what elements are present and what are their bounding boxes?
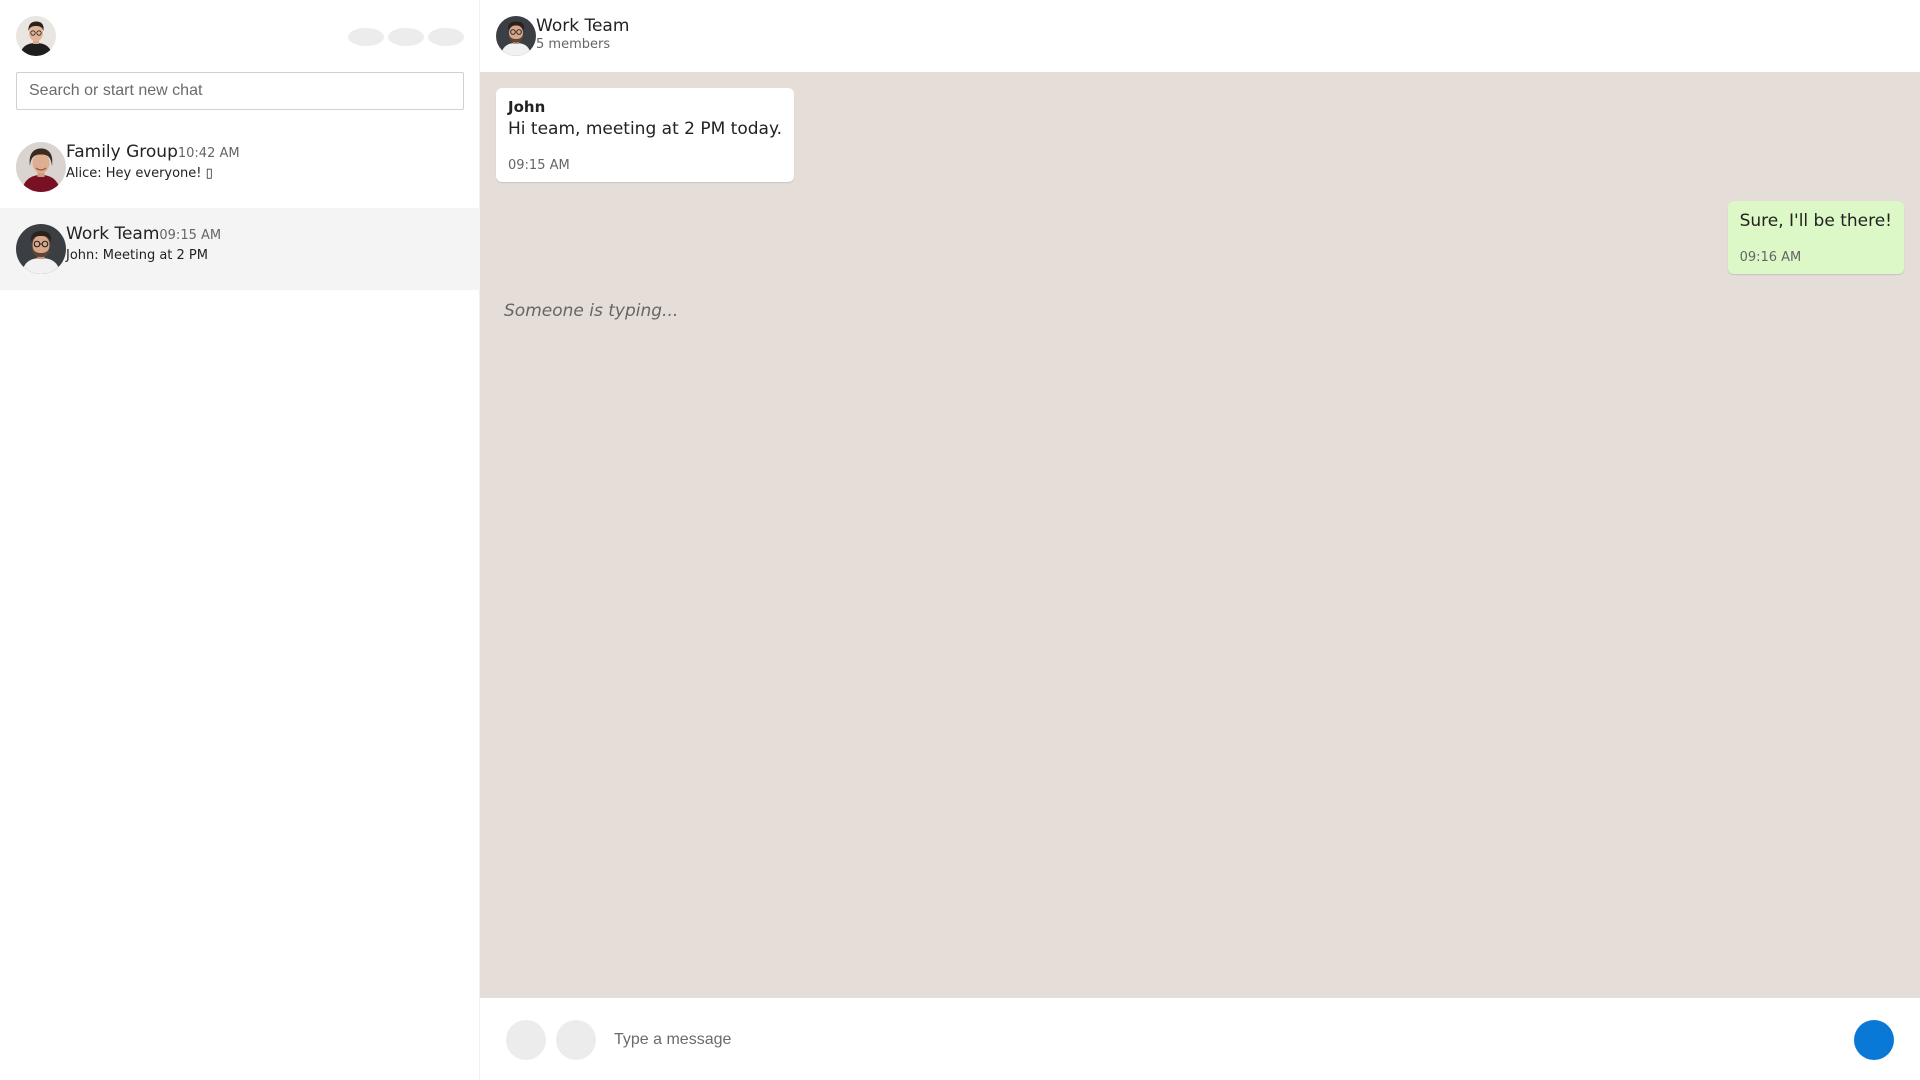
chat-item-text: Family Group 10:42 AM Alice: Hey everyon… — [66, 142, 240, 181]
chat-last-message: Alice: Hey everyone! ▯ — [66, 166, 213, 181]
sidebar-actions — [348, 28, 464, 46]
sidebar-header — [0, 0, 480, 72]
chat-last-message: John: Meeting at 2 PM — [66, 248, 208, 263]
emoji-icon[interactable] — [506, 1020, 546, 1060]
new-chat-icon[interactable] — [388, 28, 424, 46]
message-time: 09:15 AM — [508, 158, 570, 173]
chat-name: Work Team — [66, 224, 160, 244]
sidebar: Family Group 10:42 AM Alice: Hey everyon… — [0, 0, 480, 1080]
message-composer — [480, 998, 1920, 1080]
send-button[interactable] — [1854, 1020, 1894, 1060]
chat-name: Family Group — [66, 142, 178, 162]
chat-avatar — [496, 16, 536, 56]
chat-header[interactable]: Work Team 5 members — [480, 0, 1920, 72]
message-input[interactable] — [612, 1020, 1772, 1060]
chat-item-family-group[interactable]: Family Group 10:42 AM Alice: Hey everyon… — [0, 126, 480, 208]
message-sender: John — [508, 98, 546, 116]
chat-header-text: Work Team 5 members — [536, 16, 629, 52]
chat-item-work-team[interactable]: Work Team 09:15 AM John: Meeting at 2 PM — [0, 208, 480, 290]
typing-indicator: Someone is typing... — [504, 301, 679, 321]
chat-list: Family Group 10:42 AM Alice: Hey everyon… — [0, 126, 480, 290]
chat-panel: Work Team 5 members John Hi team, meetin… — [480, 0, 1920, 1080]
chat-time: 10:42 AM — [177, 146, 240, 161]
family-group-avatar — [16, 142, 66, 192]
message-outgoing: Sure, I'll be there! 09:16 AM — [1727, 201, 1904, 274]
chat-title: Work Team — [536, 16, 630, 36]
message-time: 09:16 AM — [1739, 250, 1802, 265]
user-avatar[interactable] — [16, 16, 56, 56]
chat-item-text: Work Team 09:15 AM John: Meeting at 2 PM — [66, 224, 221, 263]
chat-time: 09:15 AM — [159, 228, 222, 243]
menu-icon[interactable] — [428, 28, 464, 46]
status-icon[interactable] — [348, 28, 384, 46]
message-incoming: John Hi team, meeting at 2 PM today. 09:… — [496, 88, 795, 182]
search-box — [16, 72, 464, 110]
search-input[interactable] — [17, 73, 463, 109]
attach-icon[interactable] — [556, 1020, 596, 1060]
message-text: Hi team, meeting at 2 PM today. — [508, 119, 783, 139]
chat-members-count: 5 members — [536, 37, 611, 52]
message-area[interactable]: John Hi team, meeting at 2 PM today. 09:… — [480, 72, 1920, 998]
work-team-avatar — [16, 224, 66, 274]
message-text: Sure, I'll be there! — [1739, 211, 1892, 231]
